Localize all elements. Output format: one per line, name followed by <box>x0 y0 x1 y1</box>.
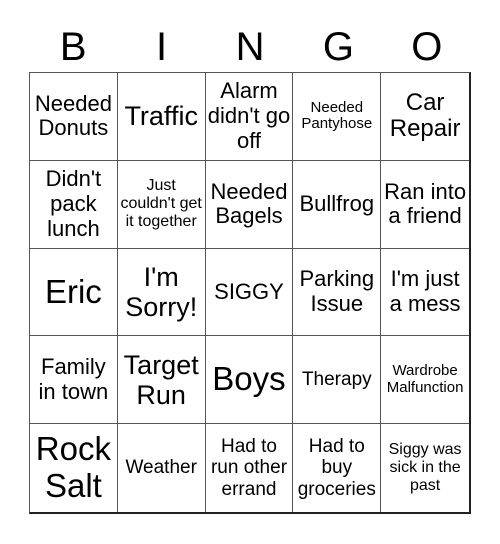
bingo-cell[interactable]: Rock Salt <box>30 424 118 512</box>
bingo-cell[interactable]: Target Run <box>117 336 206 425</box>
bingo-cell[interactable]: Eric <box>30 248 118 337</box>
bingo-cell[interactable]: I'm Sorry! <box>117 248 206 337</box>
bingo-header: B I N G O <box>29 22 471 72</box>
bingo-cell[interactable]: Needed Bagels <box>205 160 294 249</box>
bingo-cell[interactable]: Needed Pantyhose <box>293 73 382 161</box>
bingo-cell[interactable]: I'm just a mess <box>381 249 469 337</box>
bingo-cell[interactable]: Ran into a friend <box>381 161 469 249</box>
bingo-cell[interactable]: Just couldn't get it together <box>117 160 206 249</box>
bingo-cell[interactable]: Family in town <box>30 336 118 425</box>
bingo-cell[interactable]: SIGGY <box>205 248 294 337</box>
bingo-cell[interactable]: Car Repair <box>381 73 469 161</box>
header-letter-o: O <box>411 25 443 69</box>
bingo-cell[interactable]: Alarm didn't go off <box>205 73 294 161</box>
bingo-cell[interactable]: Wardrobe Malfunction <box>381 336 469 425</box>
bingo-cell[interactable]: Traffic <box>117 73 206 161</box>
bingo-cell[interactable]: Siggy was sick in the past <box>381 424 469 512</box>
header-letter-i: I <box>156 25 168 69</box>
bingo-cell[interactable]: Parking Issue <box>293 248 382 337</box>
bingo-cell[interactable]: Bullfrog <box>293 160 382 249</box>
bingo-cell[interactable]: Had to run other errand <box>206 424 294 512</box>
bingo-grid: Needed Donuts Traffic Alarm didn't go of… <box>29 72 471 514</box>
bingo-cell[interactable]: Weather <box>118 424 206 512</box>
header-letter-g: G <box>322 25 354 69</box>
header-letter-b: B <box>59 25 87 69</box>
bingo-cell[interactable]: Had to buy groceries <box>293 424 382 512</box>
bingo-cell[interactable]: Didn't pack lunch <box>30 160 118 249</box>
header-letter-n: N <box>235 25 265 69</box>
bingo-cell[interactable]: Needed Donuts <box>30 73 118 161</box>
bingo-cell[interactable]: Boys <box>205 336 294 425</box>
bingo-cell[interactable]: Therapy <box>293 336 382 425</box>
